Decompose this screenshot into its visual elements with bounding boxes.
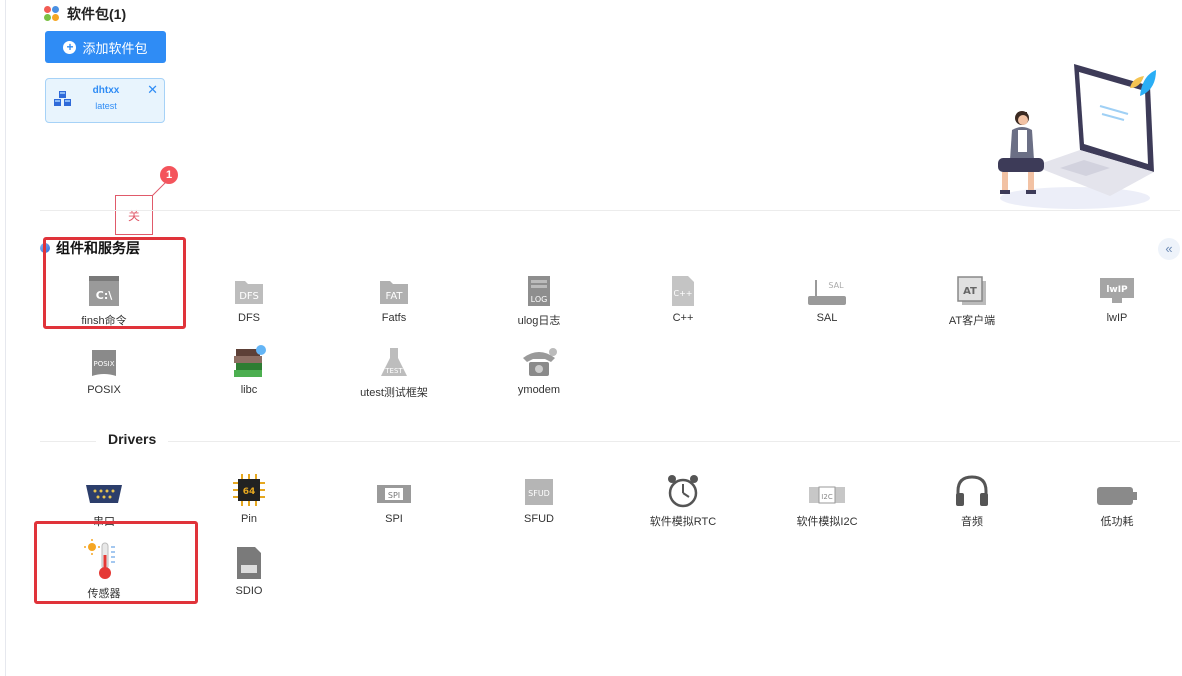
annotation-note: 关	[115, 195, 153, 235]
spi-icon: SPI	[339, 469, 449, 509]
module-label: libc	[240, 384, 258, 396]
router-icon: SAL	[772, 268, 882, 308]
posix-icon: POSIX	[49, 340, 159, 380]
module-item-cpp[interactable]: C++ C++	[628, 268, 738, 324]
at-icon: AT	[917, 268, 1027, 308]
module-item-i2c[interactable]: I2C 软件模拟I2C	[772, 469, 882, 529]
svg-text:DFS: DFS	[239, 291, 259, 302]
svg-text:64: 64	[243, 487, 256, 497]
module-item-spi[interactable]: SPI SPI	[339, 469, 449, 525]
module-label: utest测试框架	[360, 387, 428, 399]
module-label: C++	[672, 312, 694, 324]
sd-card-icon	[194, 541, 304, 581]
highlight-frame-finsh	[43, 237, 186, 329]
module-label: SAL	[816, 312, 838, 324]
module-item-posix[interactable]: POSIX POSIX	[49, 340, 159, 396]
module-label: ymodem	[517, 384, 561, 396]
module-label: SDIO	[235, 585, 263, 597]
cpp-icon: C++	[628, 268, 738, 308]
packages-header: 软件包(1)	[44, 4, 126, 24]
svg-text:SAL: SAL	[828, 281, 844, 290]
svg-text:LOG: LOG	[531, 295, 548, 304]
section-divider	[40, 210, 1180, 211]
module-label: 音频	[961, 516, 983, 528]
svg-text:I2C: I2C	[821, 493, 833, 501]
module-label: Fatfs	[381, 312, 407, 324]
module-item-flask[interactable]: TEST utest测试框架	[339, 340, 449, 400]
telephone-icon	[484, 340, 594, 380]
svg-text:SPI: SPI	[388, 491, 400, 500]
module-label: 软件模拟RTC	[649, 516, 717, 528]
module-item-serial-port[interactable]: 串口	[49, 469, 159, 529]
collapse-chevrons-icon[interactable]: «	[1158, 238, 1180, 260]
fat-icon: FAT	[339, 268, 449, 308]
laptop-person-illustration	[998, 64, 1156, 209]
alarm-clock-icon	[628, 469, 738, 509]
module-label: lwIP	[1106, 312, 1128, 324]
chip-icon: 64	[194, 469, 304, 509]
svg-text:FAT: FAT	[385, 291, 403, 302]
packages-title: 软件包(1)	[67, 6, 127, 22]
module-item-battery[interactable]: 低功耗	[1062, 469, 1172, 529]
module-label: ulog日志	[517, 315, 561, 327]
module-item-telephone[interactable]: ymodem	[484, 340, 594, 396]
svg-text:C++: C++	[674, 289, 693, 298]
plus-circle-icon: +	[63, 40, 77, 54]
headphones-icon	[917, 469, 1027, 509]
remove-package-close-icon[interactable]: ✕	[147, 82, 158, 98]
module-item-headphones[interactable]: 音频	[917, 469, 1027, 529]
add-package-button[interactable]: + 添加软件包	[45, 31, 166, 63]
flask-icon: TEST	[339, 340, 449, 380]
module-label: POSIX	[87, 384, 121, 396]
module-item-sfud[interactable]: SFUD SFUD	[484, 469, 594, 525]
folder-dfs-icon: DFS	[194, 268, 304, 308]
drivers-divider	[40, 441, 1180, 442]
lwip-icon: lwIP	[1062, 268, 1172, 308]
svg-text:POSIX: POSIX	[93, 360, 114, 368]
module-item-folder-dfs[interactable]: DFS DFS	[194, 268, 304, 324]
package-version: latest	[95, 101, 117, 111]
module-label: 软件模拟I2C	[796, 516, 858, 528]
module-item-lwip[interactable]: lwIP lwIP	[1062, 268, 1172, 324]
svg-text:lwIP: lwIP	[1106, 285, 1128, 295]
add-package-label: 添加软件包	[82, 40, 148, 56]
module-label: Pin	[241, 513, 257, 525]
module-label: DFS	[238, 312, 260, 324]
module-item-books[interactable]: libc	[194, 340, 304, 396]
env-config-page: 软件包(1) + 添加软件包 dhtxx latest ✕ 1 关 组件和服务层…	[0, 0, 1182, 676]
highlight-frame-sensor	[34, 521, 198, 604]
sfud-icon: SFUD	[484, 469, 594, 509]
module-item-fat[interactable]: FAT Fatfs	[339, 268, 449, 324]
module-label: 低功耗	[1100, 516, 1134, 528]
module-item-alarm-clock[interactable]: 软件模拟RTC	[628, 469, 738, 529]
module-item-chip[interactable]: 64 Pin	[194, 469, 304, 525]
module-label: AT客户端	[948, 315, 996, 327]
svg-text:AT: AT	[963, 286, 977, 297]
serial-port-icon	[49, 469, 159, 509]
module-label: SPI	[385, 513, 403, 525]
module-item-log[interactable]: LOG ulog日志	[484, 268, 594, 328]
svg-text:SFUD: SFUD	[528, 489, 550, 498]
package-logo-icon	[44, 6, 60, 22]
module-item-sd-card[interactable]: SDIO	[194, 541, 304, 597]
log-icon: LOG	[484, 268, 594, 308]
module-item-at[interactable]: AT AT客户端	[917, 268, 1027, 328]
drivers-section-title: Drivers	[96, 431, 169, 447]
i2c-icon: I2C	[772, 469, 882, 509]
battery-icon	[1062, 469, 1172, 509]
left-border	[5, 0, 6, 676]
module-item-router[interactable]: SAL SAL	[772, 268, 882, 324]
svg-text:TEST: TEST	[384, 367, 403, 375]
module-label: SFUD	[524, 513, 554, 525]
package-card[interactable]: dhtxx latest ✕	[45, 78, 165, 123]
books-icon	[194, 340, 304, 380]
